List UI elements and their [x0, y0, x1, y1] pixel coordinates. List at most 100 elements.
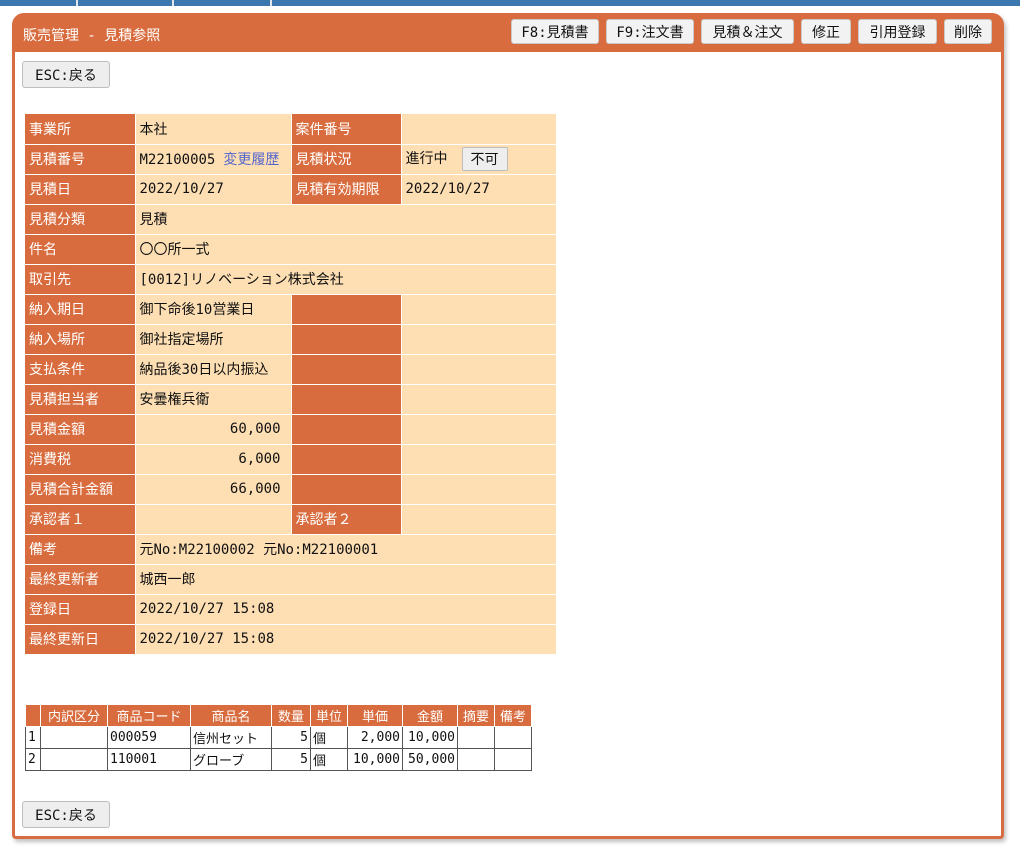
blank-value-cell: [401, 414, 557, 445]
updated-label: 最終更新日: [25, 624, 136, 655]
blank-value-cell: [401, 444, 557, 475]
staff-label: 見積担当者: [25, 384, 136, 415]
tax-label: 消費税: [25, 444, 136, 475]
delete-button[interactable]: 削除: [944, 19, 992, 44]
col-header-summary: 摘要: [457, 704, 495, 727]
col-header-qty: 数量: [271, 704, 311, 727]
col-header-price: 単価: [347, 704, 403, 727]
row-code: 000059: [107, 726, 191, 749]
f8-quote-button[interactable]: F8:見積書: [511, 19, 599, 44]
quote-view-panel: 販売管理 - 見積参照 F8:見積書 F9:注文書 見積＆注文 修正 引用登録 …: [12, 13, 1004, 839]
row-category: [40, 726, 108, 749]
table-row: 1 000059 信州セット 5 個 2,000 10,000: [25, 726, 532, 749]
updated-value: 2022/10/27 15:08: [135, 624, 557, 655]
approver2-label: 承認者２: [291, 504, 402, 535]
row-qty: 5: [271, 748, 311, 771]
updater-value: 城西一郎: [135, 564, 557, 595]
col-header-category: 内訳区分: [40, 704, 108, 727]
edit-button[interactable]: 修正: [801, 19, 851, 44]
blank-value-cell: [401, 294, 557, 325]
blank-label-cell: [291, 324, 402, 355]
blank-label-cell: [291, 444, 402, 475]
subject-label: 件名: [25, 234, 136, 265]
col-header-amount: 金額: [402, 704, 458, 727]
client-label: 取引先: [25, 264, 136, 295]
quote-no-value: M22100005: [139, 152, 216, 168]
col-header-code: 商品コード: [107, 704, 191, 727]
row-summary: [457, 726, 495, 749]
row-unit: 個: [310, 748, 348, 771]
status-toggle-button[interactable]: 不可: [461, 147, 508, 171]
status-label: 見積状況: [291, 144, 402, 175]
valid-label: 見積有効期限: [291, 174, 402, 205]
panel-title: 販売管理 - 見積参照: [23, 28, 161, 44]
table-row: 2 110001 グローブ 5 個 10,000 50,000: [25, 748, 532, 771]
place-value: 御社指定場所: [135, 324, 292, 355]
panel-header: 販売管理 - 見積参照 F8:見積書 F9:注文書 見積＆注文 修正 引用登録 …: [15, 16, 1001, 52]
row-amount: 50,000: [402, 748, 458, 771]
row-no: 1: [25, 726, 41, 749]
status-cell: 進行中 不可: [401, 144, 557, 175]
remarks-label: 備考: [25, 534, 136, 565]
quote-info-table: 事業所 本社 案件番号 見積番号 M22100005 変更履歴 見積状況 進行中不…: [25, 114, 557, 655]
row-unit: 個: [310, 726, 348, 749]
case-value: [401, 114, 557, 145]
esc-back-button-bottom[interactable]: ESC:戻る: [22, 801, 110, 828]
row-name: グローブ: [190, 748, 272, 771]
row-notes: [494, 726, 532, 749]
delivery-value: 御下命後10営業日: [135, 294, 292, 325]
payment-value: 納品後30日以内振込: [135, 354, 292, 385]
staff-value: 安曇権兵衛: [135, 384, 292, 415]
client-value: [0012]リノベーション株式会社: [135, 264, 557, 295]
delivery-label: 納入期日: [25, 294, 136, 325]
copy-register-button[interactable]: 引用登録: [858, 19, 937, 44]
line-items-table: 内訳区分 商品コード 商品名 数量 単位 単価 金額 摘要 備考 1 00005…: [25, 704, 532, 771]
top-tab-strip: [0, 0, 1020, 6]
blank-label-cell: [291, 384, 402, 415]
change-history-link[interactable]: 変更履歴: [223, 152, 279, 168]
col-header-name: 商品名: [190, 704, 272, 727]
date-value: 2022/10/27: [135, 174, 292, 205]
registered-label: 登録日: [25, 594, 136, 625]
blank-value-cell: [401, 384, 557, 415]
office-value: 本社: [135, 114, 292, 145]
approver2-value: [401, 504, 557, 535]
row-category: [40, 748, 108, 771]
payment-label: 支払条件: [25, 354, 136, 385]
total-label: 見積合計金額: [25, 474, 136, 505]
valid-value: 2022/10/27: [401, 174, 557, 205]
office-label: 事業所: [25, 114, 136, 145]
f9-order-button[interactable]: F9:注文書: [606, 19, 694, 44]
place-label: 納入場所: [25, 324, 136, 355]
quote-no-label: 見積番号: [25, 144, 136, 175]
date-label: 見積日: [25, 174, 136, 205]
row-no: 2: [25, 748, 41, 771]
case-label: 案件番号: [291, 114, 402, 145]
approver1-value: [135, 504, 292, 535]
row-notes: [494, 748, 532, 771]
registered-value: 2022/10/27 15:08: [135, 594, 557, 625]
row-code: 110001: [107, 748, 191, 771]
row-summary: [457, 748, 495, 771]
subject-value: 〇〇所一式: [135, 234, 557, 265]
class-label: 見積分類: [25, 204, 136, 235]
blank-value-cell: [401, 354, 557, 385]
quote-and-order-button[interactable]: 見積＆注文: [701, 19, 794, 44]
col-header-unit: 単位: [310, 704, 348, 727]
blank-value-cell: [401, 474, 557, 505]
updater-label: 最終更新者: [25, 564, 136, 595]
blank-label-cell: [291, 354, 402, 385]
amount-label: 見積金額: [25, 414, 136, 445]
row-name: 信州セット: [190, 726, 272, 749]
blank-label-cell: [291, 294, 402, 325]
status-value: 進行中: [405, 151, 448, 167]
total-value: 66,000: [135, 474, 292, 505]
approver1-label: 承認者１: [25, 504, 136, 535]
col-header-notes: 備考: [494, 704, 532, 727]
row-price: 10,000: [347, 748, 403, 771]
class-value: 見積: [135, 204, 557, 235]
blank-label-cell: [291, 474, 402, 505]
quote-no-cell: M22100005 変更履歴: [135, 144, 292, 175]
esc-back-button-top[interactable]: ESC:戻る: [22, 61, 110, 88]
tax-value: 6,000: [135, 444, 292, 475]
